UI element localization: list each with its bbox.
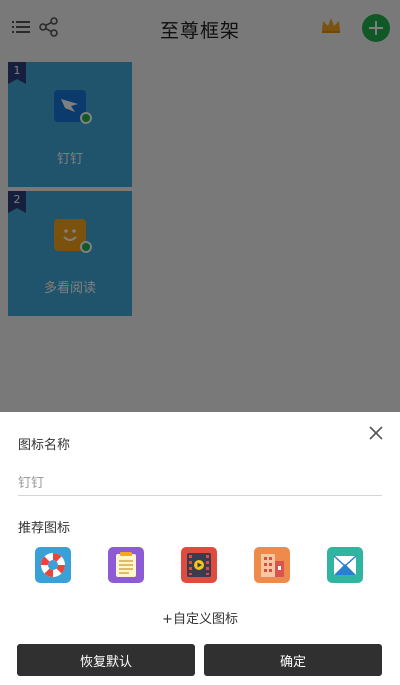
lifebuoy-icon[interactable] bbox=[35, 547, 71, 583]
notepad-icon[interactable] bbox=[108, 547, 144, 583]
dim-overlay[interactable] bbox=[0, 0, 400, 412]
icon-name-label: 图标名称 bbox=[18, 438, 71, 453]
recommend-label: 推荐图标 bbox=[18, 521, 71, 536]
confirm-button[interactable]: 确定 bbox=[204, 644, 382, 676]
film-icon[interactable] bbox=[181, 547, 217, 583]
building-icon[interactable] bbox=[254, 547, 290, 583]
icon-edit-sheet: 图标名称 推荐图标 +自定义图标 恢复默认 确定 bbox=[0, 412, 400, 685]
custom-icon-link[interactable]: +自定义图标 bbox=[0, 608, 400, 627]
restore-default-button[interactable]: 恢复默认 bbox=[17, 644, 195, 676]
icon-name-input[interactable] bbox=[18, 468, 382, 496]
app-background: 至尊框架 1 钉钉 2 多看阅读 bbox=[0, 0, 400, 412]
close-icon[interactable] bbox=[366, 424, 386, 444]
mail-icon[interactable] bbox=[327, 547, 363, 583]
